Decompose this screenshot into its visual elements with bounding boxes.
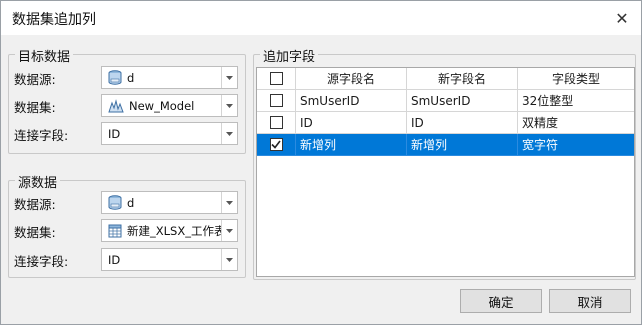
target-dataset-value: New_Model	[129, 98, 195, 113]
target-join-field-value: ID	[108, 126, 121, 141]
header-source-field[interactable]: 源字段名	[296, 68, 407, 90]
target-datasource-combo[interactable]: d	[101, 66, 238, 89]
field-type-cell[interactable]: 32位整型	[518, 90, 634, 112]
target-datasource-label: 数据源:	[14, 72, 56, 87]
source-datasource-label: 数据源:	[14, 197, 56, 212]
source-field-cell[interactable]: ID	[296, 112, 407, 134]
row-checkbox-checked[interactable]	[269, 138, 283, 151]
row-checkbox-cell[interactable]	[257, 134, 296, 156]
chevron-down-icon[interactable]	[221, 192, 237, 213]
table-row[interactable]: ID ID 双精度	[257, 112, 634, 134]
table-row[interactable]: SmUserID SmUserID 32位整型	[257, 90, 634, 112]
database-icon	[108, 194, 122, 210]
append-fields-grid: 源字段名 新字段名 字段类型 SmUserID SmUserID 32位整型 I…	[256, 67, 635, 277]
cancel-button[interactable]: 取消	[549, 289, 631, 313]
source-dataset-value-wrap: 新建_XLSX_工作表	[102, 223, 221, 239]
title-bar: 数据集追加列 ✕	[1, 1, 641, 35]
target-dataset-combo[interactable]: New_Model	[101, 94, 238, 117]
source-join-field-combo[interactable]: ID	[101, 248, 238, 271]
row-checkbox-cell[interactable]	[257, 112, 296, 134]
new-field-cell[interactable]: SmUserID	[407, 90, 518, 112]
target-datasource-value-wrap: d	[102, 69, 221, 86]
field-type-cell[interactable]: 双精度	[518, 112, 634, 134]
new-field-cell[interactable]: 新增列	[407, 134, 518, 156]
target-dataset-value-wrap: New_Model	[102, 99, 221, 113]
dialog-title: 数据集追加列	[12, 12, 96, 28]
grid-header-row: 源字段名 新字段名 字段类型	[257, 68, 634, 90]
table-row-selected[interactable]: 新增列 新增列 宽字符	[257, 134, 634, 156]
source-datasource-value-wrap: d	[102, 194, 221, 211]
append-fields-legend: 追加字段	[260, 46, 319, 65]
chevron-down-icon[interactable]	[221, 123, 237, 144]
source-field-cell[interactable]: SmUserID	[296, 90, 407, 112]
row-checkbox[interactable]	[269, 94, 283, 107]
source-data-legend: 源数据	[15, 172, 61, 191]
source-join-field-label: 连接字段:	[14, 254, 69, 269]
source-join-field-value: ID	[108, 252, 121, 267]
row-checkbox[interactable]	[269, 116, 283, 129]
chevron-down-icon[interactable]	[221, 249, 237, 270]
source-dataset-combo[interactable]: 新建_XLSX_工作表	[101, 219, 238, 242]
target-join-field-label: 连接字段:	[14, 128, 69, 143]
select-all-checkbox[interactable]	[269, 72, 283, 85]
ok-button[interactable]: 确定	[460, 289, 542, 313]
target-join-field-combo[interactable]: ID	[101, 122, 238, 145]
chevron-down-icon[interactable]	[221, 220, 237, 241]
checkmark-icon	[271, 140, 281, 149]
target-dataset-label: 数据集:	[14, 100, 56, 115]
chevron-down-icon[interactable]	[221, 67, 237, 88]
source-dataset-label: 数据集:	[14, 225, 56, 240]
source-datasource-combo[interactable]: d	[101, 191, 238, 214]
source-dataset-value: 新建_XLSX_工作表	[127, 223, 221, 238]
dialog-window: 数据集追加列 ✕ 目标数据 数据源: d 数据集: New_Model 连接字段…	[0, 0, 642, 325]
header-new-field[interactable]: 新字段名	[407, 68, 518, 90]
target-data-legend: 目标数据	[15, 46, 74, 65]
source-field-cell[interactable]: 新增列	[296, 134, 407, 156]
header-field-type[interactable]: 字段类型	[518, 68, 634, 90]
table-dataset-icon	[108, 224, 122, 237]
chevron-down-icon[interactable]	[221, 95, 237, 116]
close-button[interactable]: ✕	[611, 7, 633, 29]
target-datasource-value: d	[127, 70, 135, 85]
source-datasource-value: d	[127, 195, 135, 210]
header-select-all-cell[interactable]	[257, 68, 296, 90]
row-checkbox-cell[interactable]	[257, 90, 296, 112]
database-icon	[108, 69, 122, 85]
field-type-cell[interactable]: 宽字符	[518, 134, 634, 156]
new-field-cell[interactable]: ID	[407, 112, 518, 134]
model-dataset-icon	[108, 98, 124, 112]
